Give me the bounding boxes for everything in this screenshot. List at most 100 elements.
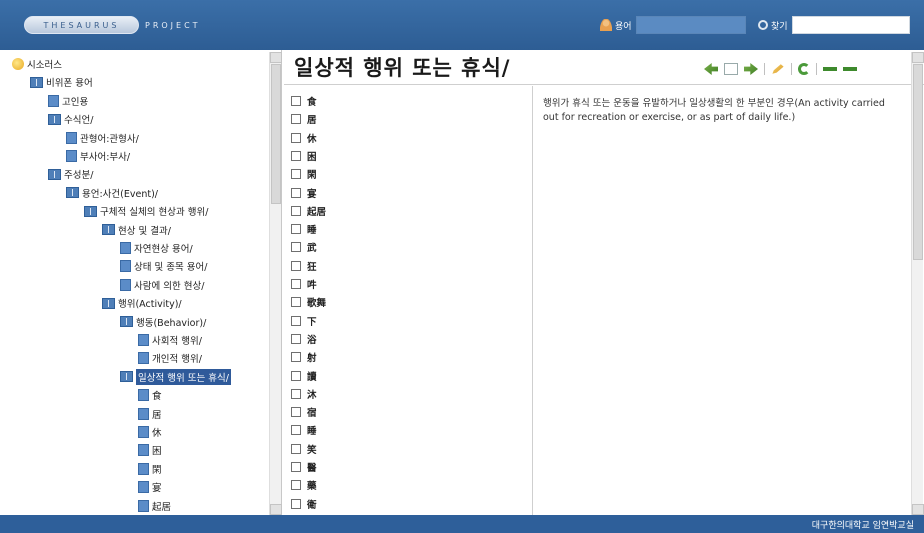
term-checkbox[interactable] <box>291 370 301 381</box>
tree-node[interactable]: 困 <box>138 441 162 459</box>
tree-node[interactable]: 居 <box>138 405 162 423</box>
tree-node-selected[interactable]: 일상적 행위 또는 휴식/ <box>120 368 231 386</box>
tree-node[interactable]: 부사어:부사/ <box>66 147 130 165</box>
content-scroll-up-button[interactable] <box>912 52 924 63</box>
term-checkbox[interactable] <box>291 96 301 106</box>
tree-node[interactable]: 현상 및 결과/ <box>102 221 171 239</box>
term-checkbox[interactable] <box>291 114 301 125</box>
term-checkbox[interactable] <box>291 279 301 289</box>
term-checkbox[interactable] <box>291 462 301 472</box>
refresh-icon[interactable] <box>798 63 810 75</box>
term-checkbox[interactable] <box>291 388 301 399</box>
term-row[interactable]: 閑 <box>291 165 317 183</box>
term-row[interactable]: 宴 <box>291 184 317 202</box>
term-checkbox[interactable] <box>291 425 301 436</box>
term-row[interactable]: 歌舞 <box>291 293 326 311</box>
term-row[interactable]: 衛 <box>291 495 317 513</box>
term-row[interactable]: 休 <box>291 129 317 147</box>
tree-node[interactable]: 상태 및 종목 용어/ <box>120 257 207 275</box>
tree-node[interactable]: 행동(Behavior)/ <box>120 313 206 331</box>
tree-scroll-up-button[interactable] <box>270 52 282 63</box>
term-checkbox[interactable] <box>291 297 301 308</box>
tree-node-label: 宴 <box>152 483 162 495</box>
term-row[interactable]: 睡 <box>291 220 317 238</box>
tree-node[interactable]: 비위폰 용어 <box>30 73 93 91</box>
term-checkbox[interactable] <box>291 187 301 198</box>
arrow-left-icon[interactable] <box>823 67 837 71</box>
term-checkbox[interactable] <box>291 242 301 253</box>
tree-node[interactable]: 개인적 행위/ <box>138 349 202 367</box>
term-checkbox[interactable] <box>291 480 301 491</box>
tree-node-label: 비위폰 용어 <box>46 78 93 90</box>
tree-node[interactable]: 행위(Activity)/ <box>102 294 182 312</box>
find-search-input[interactable] <box>791 16 910 34</box>
term-checkbox[interactable] <box>291 315 301 326</box>
term-checkbox[interactable] <box>291 169 301 180</box>
back-icon[interactable] <box>704 63 718 75</box>
term-row[interactable]: 醫 <box>291 458 317 476</box>
term-search-input[interactable] <box>635 16 746 34</box>
term-row[interactable]: 讀 <box>291 367 317 385</box>
term-icon <box>120 242 131 254</box>
tree-node-label: 사회적 행위/ <box>152 336 202 347</box>
term-icon <box>138 481 149 494</box>
tree-node[interactable]: 주성분/ <box>48 165 93 183</box>
term-checkbox[interactable] <box>291 132 301 143</box>
term-row[interactable]: 狂 <box>291 257 317 275</box>
term-row[interactable]: 沐 <box>291 385 317 403</box>
tree-node[interactable]: 시소러스 <box>12 55 62 73</box>
term-row[interactable]: 宿 <box>291 403 317 421</box>
term-row[interactable]: 吽 <box>291 275 317 293</box>
tree-scrollbar[interactable] <box>269 52 282 515</box>
term-checkbox[interactable] <box>291 333 301 344</box>
term-row[interactable]: 笑 <box>291 440 317 458</box>
footer-text: 대구한의대학교 임연박교실 <box>811 521 914 531</box>
tree-node[interactable]: 고인용 <box>48 92 88 110</box>
term-row[interactable]: 困 <box>291 147 317 165</box>
arrow-right-icon[interactable] <box>843 67 857 71</box>
term-row[interactable]: 下 <box>291 312 317 330</box>
tree-node[interactable]: 사회적 행위/ <box>138 331 202 349</box>
tree-scroll-down-button[interactable] <box>270 504 282 515</box>
term-row[interactable]: 起居 <box>291 202 326 220</box>
term-checkbox[interactable] <box>291 443 301 454</box>
page-icon[interactable] <box>724 63 738 75</box>
content-scrollbar[interactable] <box>911 52 924 515</box>
term-checkbox[interactable] <box>291 205 301 216</box>
tree-node[interactable]: 休 <box>138 423 162 441</box>
term-row[interactable]: 居 <box>291 110 317 128</box>
tree-node[interactable]: 사람에 의한 현상/ <box>120 276 204 294</box>
term-label: 起居 <box>307 206 327 218</box>
logo[interactable]: THESAURUS PROJECT <box>24 16 201 34</box>
tree-node[interactable]: 관형어:관형사/ <box>66 129 139 147</box>
term-row[interactable]: 藥 <box>291 476 317 494</box>
term-row[interactable]: 武 <box>291 238 317 256</box>
term-row[interactable]: 食 <box>291 92 317 110</box>
tree-scroll-thumb[interactable] <box>271 64 281 204</box>
edit-icon[interactable] <box>772 64 784 74</box>
term-checkbox[interactable] <box>291 260 301 271</box>
tree-node[interactable]: 용언:사건(Event)/ <box>66 184 158 202</box>
content-scroll-down-button[interactable] <box>912 504 924 515</box>
search-icon[interactable] <box>758 20 768 30</box>
term-checkbox[interactable] <box>291 224 301 235</box>
content-scroll-thumb[interactable] <box>913 64 923 260</box>
tree-node[interactable]: 구체적 실체의 현상과 행위/ <box>84 202 208 220</box>
tree-node[interactable]: 자연현상 용어/ <box>120 239 193 257</box>
term-row[interactable]: 睡 <box>291 421 317 439</box>
term-checkbox[interactable] <box>291 352 301 363</box>
tree-node[interactable]: 起居 <box>138 497 171 515</box>
term-checkbox[interactable] <box>291 150 301 161</box>
tree-node[interactable]: 宴 <box>138 478 162 496</box>
term-icon <box>138 426 149 438</box>
tree-node[interactable]: 食 <box>138 386 162 404</box>
tree-node-label: 閑 <box>152 464 162 476</box>
tree-node[interactable]: 閑 <box>138 460 162 478</box>
tree-node[interactable]: 수식언/ <box>48 110 93 128</box>
tree-node-label: 행위(Activity)/ <box>118 299 182 311</box>
forward-icon[interactable] <box>744 63 758 75</box>
term-row[interactable]: 浴 <box>291 330 317 348</box>
term-checkbox[interactable] <box>291 498 301 509</box>
term-row[interactable]: 射 <box>291 348 317 366</box>
term-checkbox[interactable] <box>291 407 301 418</box>
